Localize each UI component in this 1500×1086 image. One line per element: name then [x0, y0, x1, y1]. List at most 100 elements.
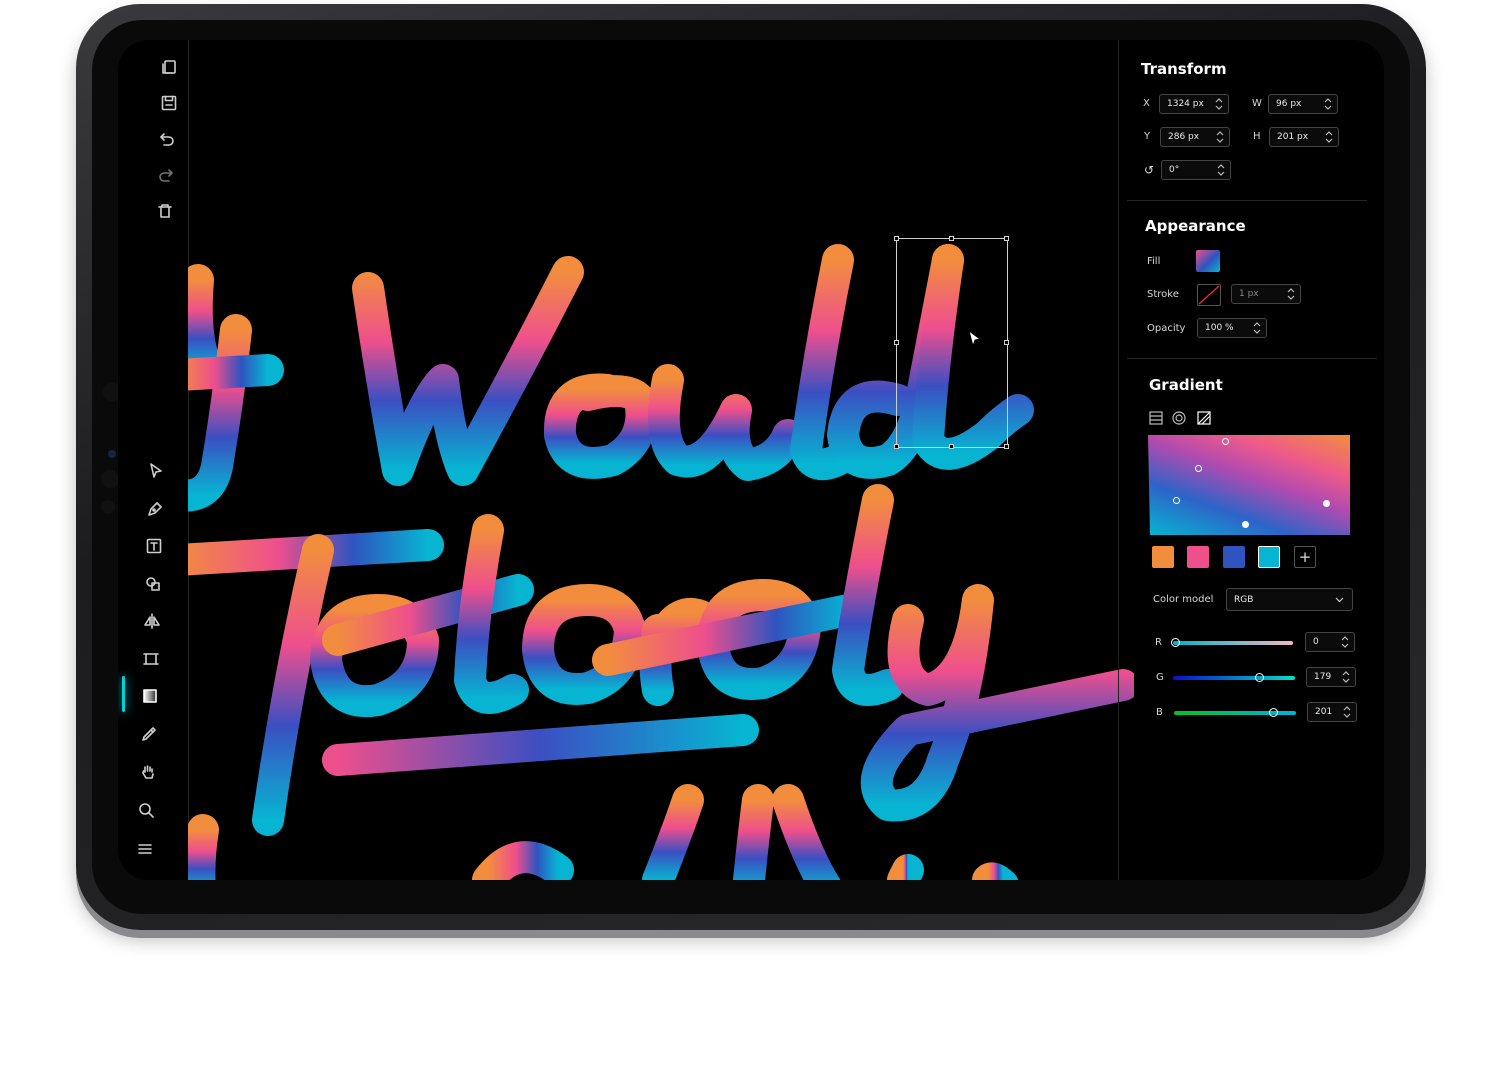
r-label: R — [1155, 637, 1162, 648]
save-icon[interactable] — [156, 90, 182, 116]
zoom-icon[interactable] — [133, 797, 159, 823]
g-label: G — [1156, 672, 1164, 683]
y-label: Y — [1144, 131, 1151, 142]
camera-icon — [101, 500, 115, 514]
opacity-field[interactable]: 100 % — [1197, 318, 1267, 338]
r-field[interactable]: 0 — [1305, 632, 1355, 652]
selection-box[interactable] — [896, 238, 1008, 448]
gradient-point[interactable] — [1323, 500, 1330, 507]
rotation-icon: ↺ — [1144, 163, 1155, 177]
resize-handle[interactable] — [1004, 236, 1009, 241]
cursor-icon — [968, 330, 982, 348]
stepper-icon[interactable] — [1286, 287, 1296, 301]
stepper-icon[interactable] — [1252, 321, 1262, 335]
gradient-icon[interactable] — [137, 683, 163, 709]
stepper-icon[interactable] — [1216, 163, 1226, 177]
gradient-swatch-orange[interactable] — [1152, 546, 1174, 568]
b-label: B — [1156, 707, 1163, 718]
resize-handle[interactable] — [1004, 444, 1009, 449]
stroke-width-field[interactable]: 1 px — [1231, 284, 1301, 304]
resize-handle[interactable] — [1004, 340, 1009, 345]
b-value: 201 — [1315, 707, 1333, 717]
resize-handle[interactable] — [949, 236, 954, 241]
stroke-swatch[interactable] — [1197, 284, 1221, 306]
stepper-icon[interactable] — [1324, 130, 1334, 144]
select-icon[interactable] — [143, 458, 169, 484]
menu-icon[interactable] — [132, 836, 158, 862]
x-field[interactable]: 1324 px — [1159, 94, 1229, 114]
lettering-artwork — [188, 244, 1134, 880]
r-slider-knob[interactable] — [1171, 638, 1180, 647]
gradient-picker[interactable] — [1148, 435, 1350, 535]
color-model-value: RGB — [1234, 594, 1254, 605]
g-slider[interactable] — [1173, 673, 1295, 682]
rotation-value: 0° — [1169, 165, 1180, 175]
x-label: X — [1143, 98, 1150, 109]
g-value: 179 — [1314, 672, 1332, 682]
w-field[interactable]: 96 px — [1268, 94, 1338, 114]
transform-title: Transform — [1141, 60, 1227, 78]
eyedropper-icon[interactable] — [136, 721, 162, 747]
stroke-label: Stroke — [1147, 289, 1179, 300]
hand-icon[interactable] — [135, 759, 161, 785]
b-slider-knob[interactable] — [1269, 708, 1278, 717]
stepper-icon[interactable] — [1214, 97, 1224, 111]
resize-handle[interactable] — [894, 444, 899, 449]
gradient-swatch-cyan[interactable] — [1258, 546, 1280, 568]
x-value: 1324 px — [1167, 99, 1204, 109]
linear-gradient-icon[interactable] — [1149, 410, 1163, 425]
divider — [1127, 358, 1377, 359]
fill-label: Fill — [1147, 256, 1161, 267]
opacity-label: Opacity — [1147, 323, 1186, 334]
b-field[interactable]: 201 — [1307, 702, 1357, 722]
gradient-point[interactable] — [1222, 438, 1229, 445]
add-swatch-button[interactable]: + — [1294, 546, 1316, 568]
text-icon[interactable] — [141, 533, 167, 559]
fill-swatch[interactable] — [1196, 250, 1220, 272]
stepper-icon[interactable] — [1323, 97, 1333, 111]
h-field[interactable]: 201 px — [1269, 127, 1339, 147]
y-value: 286 px — [1168, 132, 1200, 142]
resize-handle[interactable] — [894, 236, 899, 241]
rotation-field[interactable]: 0° — [1161, 160, 1231, 180]
undo-icon[interactable] — [154, 126, 180, 152]
app-screen: Transform X 1324 px W 96 px Y 286 px H 2… — [118, 40, 1384, 880]
stepper-icon[interactable] — [1342, 705, 1352, 719]
shapes-icon[interactable] — [140, 570, 166, 596]
y-field[interactable]: 286 px — [1160, 127, 1230, 147]
redo-icon[interactable] — [153, 162, 179, 188]
divider — [1127, 200, 1367, 201]
color-model-label: Color model — [1153, 594, 1214, 605]
stepper-icon[interactable] — [1215, 130, 1225, 144]
pen-icon[interactable] — [142, 496, 168, 522]
stepper-icon[interactable] — [1340, 635, 1350, 649]
left-toolbar — [118, 40, 189, 880]
gradient-point[interactable] — [1195, 465, 1202, 472]
mirror-icon[interactable] — [139, 608, 165, 634]
g-field[interactable]: 179 — [1306, 667, 1356, 687]
b-slider[interactable] — [1174, 708, 1296, 717]
drawing-canvas[interactable] — [188, 40, 1134, 880]
color-model-select[interactable]: RGB — [1226, 588, 1353, 611]
frame-icon[interactable] — [138, 646, 164, 672]
radial-gradient-icon[interactable] — [1172, 410, 1186, 425]
stepper-icon[interactable] — [1341, 670, 1351, 684]
pages-icon[interactable] — [156, 54, 182, 80]
gradient-point[interactable] — [1242, 521, 1249, 528]
gradient-swatch-pink[interactable] — [1187, 546, 1209, 568]
w-value: 96 px — [1276, 99, 1302, 109]
r-slider[interactable] — [1171, 638, 1293, 647]
freeform-gradient-icon[interactable] — [1197, 410, 1211, 425]
delete-icon[interactable] — [152, 198, 178, 224]
appearance-title: Appearance — [1145, 217, 1246, 235]
resize-handle[interactable] — [949, 444, 954, 449]
resize-handle[interactable] — [894, 340, 899, 345]
g-slider-knob[interactable] — [1255, 673, 1264, 682]
gradient-point[interactable] — [1173, 497, 1180, 504]
chevron-down-icon — [1335, 597, 1344, 603]
r-value: 0 — [1313, 637, 1319, 647]
sensor-icon — [108, 450, 116, 458]
camera-icon — [101, 470, 119, 488]
w-label: W — [1252, 98, 1262, 109]
gradient-swatch-blue[interactable] — [1223, 546, 1245, 568]
